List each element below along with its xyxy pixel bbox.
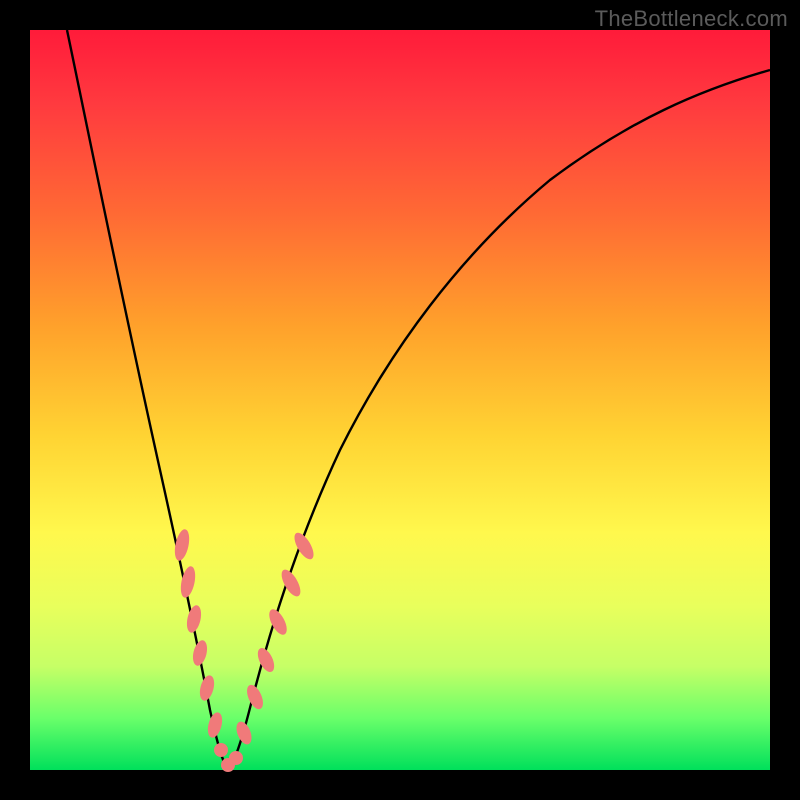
bottleneck-curve <box>30 30 770 770</box>
marker-group <box>172 528 317 772</box>
curve-path <box>67 30 770 768</box>
plot-area <box>30 30 770 770</box>
watermark-text: TheBottleneck.com <box>595 6 788 32</box>
chart-frame: TheBottleneck.com <box>0 0 800 800</box>
